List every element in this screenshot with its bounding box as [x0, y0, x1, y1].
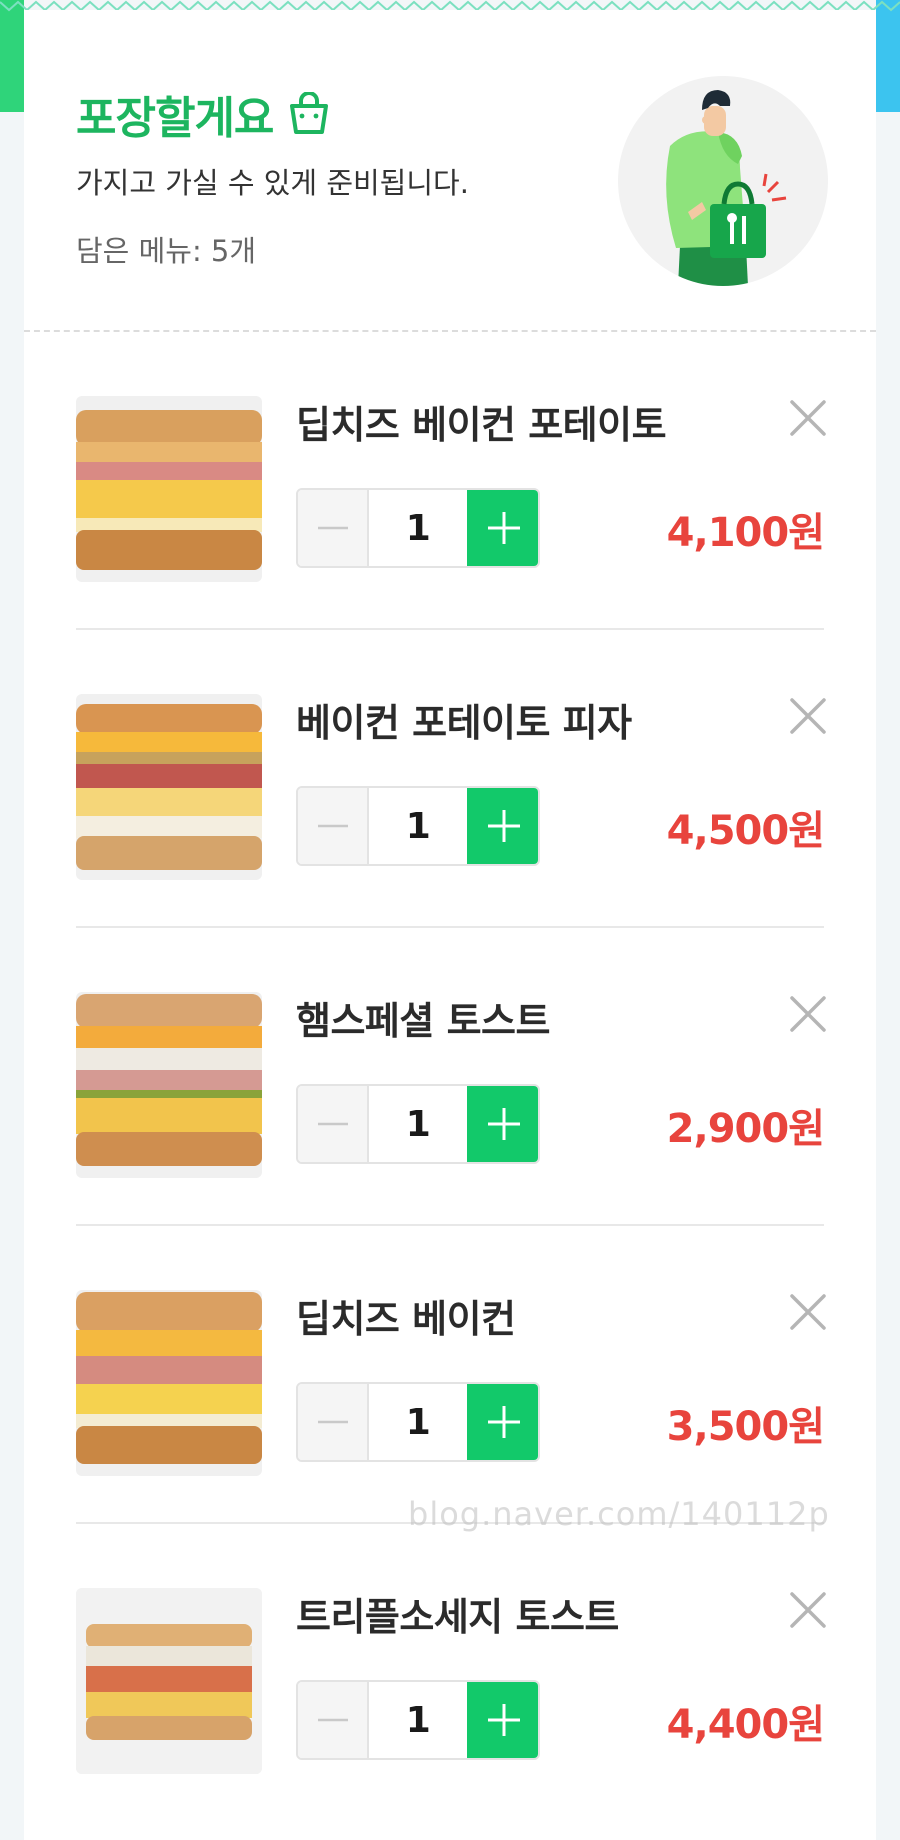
quantity-value: 1 [405, 1103, 431, 1145]
close-icon [790, 400, 826, 436]
decor-left-edge [0, 0, 24, 112]
cart-item: 햄스페셜 토스트 1 2,900원 [24, 928, 876, 1226]
cart-item: 딥치즈 베이컨 포테이토 1 4,100원 [24, 332, 876, 630]
cart-item-list: 딥치즈 베이컨 포테이토 1 4,100원 베이컨 포테이토 피자 1 4,50… [24, 332, 876, 1822]
menu-count: 담은 메뉴: 5개 [76, 234, 257, 268]
quantity-stepper: 1 [296, 488, 540, 568]
plus-icon [487, 1108, 520, 1140]
shopping-bag-icon [290, 92, 329, 134]
decrease-quantity-button[interactable] [298, 490, 370, 566]
product-price: 4,400원 [666, 1702, 825, 1748]
decrease-quantity-button[interactable] [298, 1086, 370, 1162]
product-price: 4,500원 [666, 808, 825, 854]
plus-icon [487, 1704, 520, 1736]
increase-quantity-button[interactable] [467, 788, 538, 864]
remove-item-button[interactable] [786, 1588, 830, 1632]
product-name: 트리플소세지 토스트 [296, 1595, 619, 1639]
plus-icon [487, 1406, 520, 1438]
watermark: blog.naver.com/140112p [408, 1495, 830, 1533]
decrease-quantity-button[interactable] [298, 788, 370, 864]
plus-icon [487, 810, 520, 842]
quantity-stepper: 1 [296, 1084, 540, 1164]
minus-icon [317, 1420, 348, 1424]
minus-icon [317, 526, 348, 530]
product-image [76, 1588, 262, 1774]
takeout-person-illustration [618, 76, 828, 286]
cart-item: 베이컨 포테이토 피자 1 4,500원 [24, 630, 876, 928]
increase-quantity-button[interactable] [467, 1086, 538, 1162]
remove-item-button[interactable] [786, 694, 830, 738]
plus-icon [487, 512, 520, 544]
increase-quantity-button[interactable] [467, 1384, 538, 1460]
remove-item-button[interactable] [786, 1290, 830, 1334]
cart-item: 트리플소세지 토스트 1 4,400원 [24, 1524, 876, 1822]
quantity-stepper: 1 [296, 1382, 540, 1462]
close-icon [790, 996, 826, 1032]
product-image [76, 1290, 262, 1476]
decor-right-edge [876, 0, 900, 112]
product-price: 3,500원 [666, 1404, 825, 1450]
product-image [76, 694, 262, 880]
product-image [76, 396, 262, 582]
page-subtitle: 가지고 가실 수 있게 준비됩니다. [76, 166, 469, 200]
product-image [76, 992, 262, 1178]
minus-icon [317, 1122, 348, 1126]
minus-icon [317, 824, 348, 828]
close-icon [790, 698, 826, 734]
cart-header: 포장할게요 가지고 가실 수 있게 준비됩니다. 담은 메뉴: 5개 [24, 10, 876, 332]
decrease-quantity-button[interactable] [298, 1682, 370, 1758]
quantity-stepper: 1 [296, 786, 540, 866]
increase-quantity-button[interactable] [467, 490, 538, 566]
quantity-value: 1 [405, 805, 431, 847]
close-icon [790, 1294, 826, 1330]
remove-item-button[interactable] [786, 396, 830, 440]
page-title-text: 포장할게요 [76, 93, 274, 144]
page-title: 포장할게요 [76, 82, 331, 146]
remove-item-button[interactable] [786, 992, 830, 1036]
product-name: 햄스페셜 토스트 [296, 999, 550, 1043]
close-icon [790, 1592, 826, 1628]
cart-item: 딥치즈 베이컨 1 3,500원 [24, 1226, 876, 1524]
increase-quantity-button[interactable] [467, 1682, 538, 1758]
quantity-value: 1 [405, 1699, 431, 1741]
decrease-quantity-button[interactable] [298, 1384, 370, 1460]
quantity-stepper: 1 [296, 1680, 540, 1760]
product-name: 베이컨 포테이토 피자 [296, 701, 632, 745]
product-name: 딥치즈 베이컨 [296, 1297, 516, 1341]
product-name: 딥치즈 베이컨 포테이토 [296, 403, 667, 447]
quantity-value: 1 [405, 507, 431, 549]
minus-icon [317, 1718, 348, 1722]
cart-card: 포장할게요 가지고 가실 수 있게 준비됩니다. 담은 메뉴: 5개 딥치즈 베… [24, 10, 876, 1840]
product-price: 2,900원 [666, 1106, 825, 1152]
quantity-value: 1 [405, 1401, 431, 1443]
product-price: 4,100원 [666, 510, 825, 556]
